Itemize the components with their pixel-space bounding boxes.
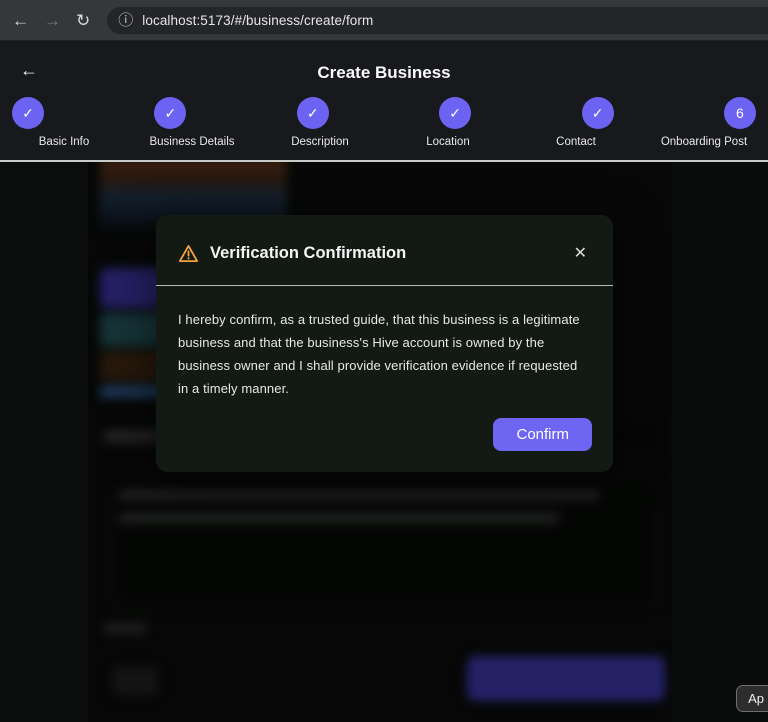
browser-toolbar: ← → ↻ ⓘ localhost:5173/#/business/create… [0,0,768,41]
step-label-onboarding-post: Onboarding Post [660,136,748,148]
page-title: Create Business [317,63,451,82]
close-icon[interactable]: ✕ [570,241,591,265]
main-content: Verification Confirmation ✕ I hereby con… [0,162,768,722]
step-circle-onboarding-post[interactable]: 6 [723,97,756,129]
warning-triangle-icon [178,244,199,263]
browser-forward-icon[interactable]: → [44,12,61,29]
step-label-business-details: Business Details [149,136,235,148]
dialog-title: Verification Confirmation [210,243,407,262]
step-circle-contact[interactable]: ✓ [581,97,614,129]
page-header: ← Create Business ✓ ✓ ✓ ✓ ✓ 6 Basic Info… [0,41,768,162]
step-circle-basic-info[interactable]: ✓ [12,97,44,129]
confirm-button[interactable]: Confirm [493,418,592,451]
step-label-description: Description [291,136,349,148]
browser-reload-icon[interactable]: ↻ [76,12,90,29]
corner-app-chip[interactable]: Ap [736,685,768,712]
stepper-circles: ✓ ✓ ✓ ✓ ✓ 6 [0,97,768,129]
dialog-body-text: I hereby confirm, as a trusted guide, th… [178,312,580,396]
step-circle-business-details[interactable]: ✓ [154,97,187,129]
step-circle-location[interactable]: ✓ [439,97,472,129]
step-circle-description[interactable]: ✓ [296,97,329,129]
step-label-basic-info: Basic Info [38,136,90,148]
step-label-location: Location [426,136,470,148]
browser-back-icon[interactable]: ← [12,12,29,29]
stepper-labels: Basic Info Business Details Description … [0,136,768,148]
site-info-icon[interactable]: ⓘ [118,13,133,28]
step-label-contact: Contact [556,136,596,148]
address-bar[interactable]: ⓘ localhost:5173/#/business/create/form [107,6,768,34]
url-text[interactable]: localhost:5173/#/business/create/form [142,13,373,28]
verification-confirmation-dialog: Verification Confirmation ✕ I hereby con… [156,215,613,472]
